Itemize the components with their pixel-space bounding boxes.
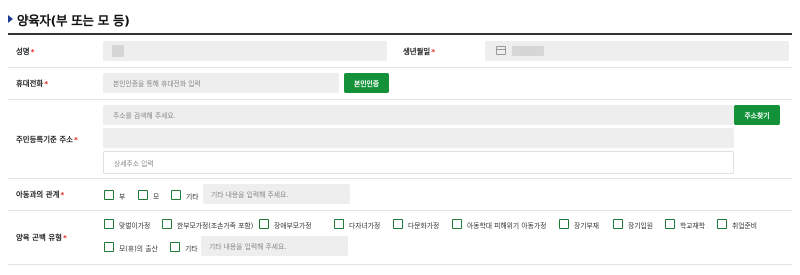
calendar-icon[interactable] xyxy=(496,46,506,55)
phone-label: 휴대전화 * xyxy=(16,79,49,88)
relation-label: 아동과의 관계 * xyxy=(16,190,65,199)
type-checkbox-disabled-parent[interactable] xyxy=(259,219,269,229)
type-checkbox-student[interactable] xyxy=(665,219,675,229)
relation-option-label: 부 xyxy=(119,193,126,201)
address-search-input[interactable]: 주소를 검색해 주세요. xyxy=(103,105,734,125)
relation-other-placeholder: 기타 내용을 입력해 주세요. xyxy=(211,191,289,199)
care-type-label: 양육 곤백 유형 * xyxy=(16,233,67,242)
address-detail-input[interactable]: 상세주소 입력 xyxy=(103,151,734,174)
type-checkbox-multi-child[interactable] xyxy=(334,219,344,229)
address-placeholder: 주소를 검색해 주세요. xyxy=(113,112,176,120)
type-option-label: 취업준비 xyxy=(732,222,758,230)
section-title: 양육자(부 또는 모 등) xyxy=(17,12,130,28)
address-detail-placeholder: 상세주소 입력 xyxy=(114,159,154,168)
row-phone: 휴대전화 * 본인인증을 통해 휴대전화 입력 본인인증 xyxy=(8,68,792,100)
birth-label: 생년월일 * xyxy=(403,46,436,56)
section-header: 양육자(부 또는 모 등) xyxy=(8,8,130,30)
type-option-label: 학교재학 xyxy=(680,222,706,230)
type-checkbox-multicultural[interactable] xyxy=(393,219,403,229)
type-checkbox-other[interactable] xyxy=(170,242,180,252)
redacted-name xyxy=(112,45,124,57)
relation-option-label: 기타 xyxy=(186,193,199,201)
type-checkbox-childbirth[interactable] xyxy=(104,242,114,252)
type-option-label: 다자녀가정 xyxy=(349,222,381,230)
birthdate-input[interactable] xyxy=(485,41,789,61)
row-address: 주민등록기준 주소 * 주소를 검색해 주세요. 주소찾기 상세주소 입력 xyxy=(8,100,792,179)
triangle-right-icon xyxy=(8,15,13,23)
redacted-birthdate xyxy=(512,46,544,56)
row-care-type: 양육 곤백 유형 * 맞벌이가정 한부모가정(조손가족 포함) 장애부모가정 다자… xyxy=(8,211,792,265)
type-checkbox-job-seeking[interactable] xyxy=(717,219,727,229)
type-option-label: 모(휴)의 출산 xyxy=(119,245,158,253)
relation-checkbox-other[interactable] xyxy=(171,190,181,200)
phone-placeholder: 본인인증을 통해 휴대전화 입력 xyxy=(113,80,201,88)
guardian-form: 성명 * 생년월일 * 휴대전화 * 본인인증을 통해 휴대전화 입력 본인인증 주민… xyxy=(8,33,792,265)
name-label: 성명 * xyxy=(16,46,35,56)
type-checkbox-dual-income[interactable] xyxy=(104,219,114,229)
type-checkbox-long-absence[interactable] xyxy=(559,219,569,229)
required-mark: * xyxy=(30,46,35,56)
type-option-label: 장기입원 xyxy=(628,222,654,230)
relation-other-input[interactable]: 기타 내용을 입력해 주세요. xyxy=(203,184,350,204)
name-input[interactable] xyxy=(103,41,387,61)
row-name: 성명 * 생년월일 * xyxy=(8,35,792,68)
relation-checkbox-father[interactable] xyxy=(104,190,114,200)
type-other-input[interactable]: 기타 내용을 입력해 주세요. xyxy=(201,236,348,256)
type-checkbox-abuse-risk[interactable] xyxy=(452,219,462,229)
type-checkbox-single-parent[interactable] xyxy=(162,219,172,229)
address-search-button[interactable]: 주소찾기 xyxy=(734,105,780,125)
phone-input[interactable]: 본인인증을 통해 휴대전화 입력 xyxy=(103,73,339,93)
type-other-placeholder: 기타 내용을 입력해 주세요. xyxy=(209,243,287,251)
address-result-input xyxy=(103,128,734,148)
row-relation: 아동과의 관계 * 부 모 기타 기타 내용을 입력해 주세요. xyxy=(8,179,792,211)
relation-option-label: 모 xyxy=(153,193,160,201)
verify-button[interactable]: 본인인증 xyxy=(344,73,389,93)
type-option-label: 맞벌이가정 xyxy=(119,222,151,230)
type-option-label: 장기부재 xyxy=(574,222,600,230)
type-option-label: 장애부모가정 xyxy=(274,222,312,230)
type-option-label: 아동학대 피해위기 아동가정 xyxy=(467,222,547,230)
type-option-label: 기타 xyxy=(185,245,198,253)
address-label: 주민등록기준 주소 * xyxy=(16,134,78,144)
type-option-label: 다문화가정 xyxy=(408,222,440,230)
relation-checkbox-mother[interactable] xyxy=(138,190,148,200)
type-option-label: 한부모가정(조손가족 포함) xyxy=(177,222,254,230)
type-checkbox-hospitalized[interactable] xyxy=(613,219,623,229)
